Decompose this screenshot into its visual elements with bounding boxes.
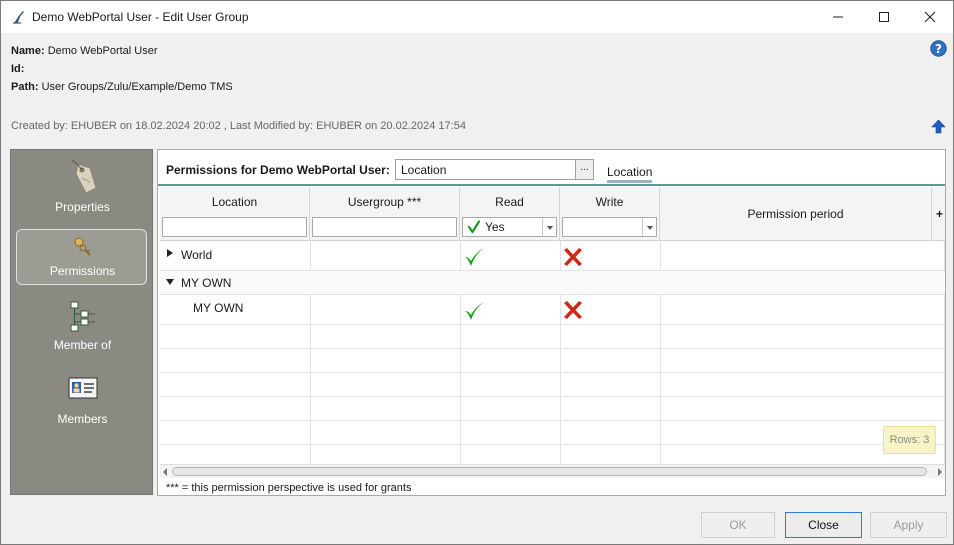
maximize-button[interactable] <box>861 1 907 33</box>
location-cell: MY OWN <box>193 301 244 315</box>
path-label: Path: <box>11 81 39 93</box>
minimize-button[interactable] <box>815 1 861 33</box>
column-usergroup[interactable]: Usergroup *** <box>310 187 460 241</box>
permissions-header: Permissions for Demo WebPortal User: Loc… <box>158 150 945 186</box>
scrollbar-thumb[interactable] <box>172 467 927 476</box>
read-filter-value: Yes <box>485 220 505 234</box>
close-window-button[interactable] <box>907 1 953 33</box>
name-line: Name: Demo WebPortal User <box>11 42 233 60</box>
checkmark-icon <box>467 220 481 234</box>
perspective-browse-button[interactable]: ... <box>575 160 593 179</box>
id-line: Id: <box>11 60 233 78</box>
name-label: Name: <box>11 45 45 57</box>
edit-user-group-window: Demo WebPortal User - Edit User Group Na… <box>0 0 954 545</box>
horizontal-scrollbar[interactable] <box>160 464 945 478</box>
granted-check-icon <box>465 248 484 266</box>
scroll-right-icon[interactable] <box>938 468 942 476</box>
sidebar-item-label: Properties <box>55 200 110 214</box>
empty-row <box>160 349 945 373</box>
column-header-label: Write <box>595 195 624 209</box>
expand-arrow-icon[interactable] <box>167 249 173 257</box>
arrow-up-icon[interactable] <box>931 119 946 134</box>
empty-row <box>160 421 945 445</box>
empty-row <box>160 397 945 421</box>
ok-button[interactable]: OK <box>701 512 775 538</box>
chevron-down-icon[interactable] <box>642 218 656 236</box>
permissions-grid: World MY OWN MY OWN <box>160 241 945 465</box>
table-row[interactable]: World <box>160 241 945 271</box>
grid-header: Location Usergroup *** Read Yes Write Pe… <box>160 187 945 241</box>
column-read[interactable]: Read Yes <box>460 187 560 241</box>
minimize-icon <box>833 16 843 18</box>
svg-text:?: ? <box>935 42 942 56</box>
title-bar[interactable]: Demo WebPortal User - Edit User Group <box>1 1 953 33</box>
scroll-left-icon[interactable] <box>163 468 167 476</box>
location-cell: MY OWN <box>181 276 232 290</box>
column-location[interactable]: Location <box>160 187 310 241</box>
write-filter-select[interactable] <box>562 217 657 237</box>
window-title: Demo WebPortal User - Edit User Group <box>32 10 249 24</box>
rows-count-badge: Rows: 3 <box>883 426 936 454</box>
apply-button[interactable]: Apply <box>870 512 947 538</box>
empty-row <box>160 373 945 397</box>
table-row[interactable]: MY OWN <box>160 271 945 295</box>
sidebar-item-member-of[interactable]: Member of <box>11 300 154 356</box>
column-header-label: Location <box>211 195 258 209</box>
location-filter-input[interactable] <box>162 217 307 237</box>
denied-cross-icon <box>564 301 582 319</box>
location-cell: World <box>181 248 213 262</box>
table-row[interactable]: MY OWN <box>160 295 945 325</box>
tag-icon <box>71 159 97 194</box>
read-filter-select[interactable]: Yes <box>462 217 557 237</box>
denied-cross-icon <box>564 248 582 266</box>
tab-location[interactable]: Location <box>607 165 653 183</box>
sidebar-item-label: Permissions <box>49 264 116 278</box>
name-value: Demo WebPortal User <box>47 45 158 57</box>
permissions-panel: Permissions for Demo WebPortal User: Loc… <box>157 149 946 496</box>
path-value: User Groups/Zulu/Example/Demo TMS <box>41 81 233 93</box>
sidebar-item-permissions[interactable]: Permissions <box>11 229 154 285</box>
sidebar-item-members[interactable]: Members <box>11 376 154 430</box>
close-icon <box>924 11 936 23</box>
usergroup-filter-input[interactable] <box>312 217 457 237</box>
id-card-icon <box>68 377 98 399</box>
column-header-label: Permission period <box>747 207 844 221</box>
sidebar: Properties Permissions Member of Members <box>10 149 153 495</box>
chevron-down-icon[interactable] <box>542 218 556 236</box>
id-label: Id: <box>11 63 25 75</box>
close-button[interactable]: Close <box>785 512 862 538</box>
app-logo-icon <box>13 11 24 24</box>
perspective-combo[interactable]: Location ... <box>395 159 594 180</box>
keys-icon <box>74 237 91 256</box>
path-line: Path: User Groups/Zulu/Example/Demo TMS <box>11 78 233 96</box>
help-icon[interactable]: ? <box>930 40 947 57</box>
sidebar-item-label: Members <box>57 412 108 426</box>
group-info: Name: Demo WebPortal User Id: Path: User… <box>11 42 233 96</box>
column-header-label: Usergroup *** <box>347 195 422 209</box>
sidebar-item-label: Member of <box>53 338 112 352</box>
maximize-icon <box>879 12 889 22</box>
grants-footnote: *** = this permission perspective is use… <box>166 482 412 494</box>
sidebar-item-properties[interactable]: Properties <box>11 156 154 216</box>
empty-row <box>160 325 945 349</box>
column-permission-period[interactable]: Permission period <box>660 187 932 241</box>
column-write[interactable]: Write <box>560 187 660 241</box>
column-header-label: Read <box>495 195 524 209</box>
perspective-value: Location <box>401 163 447 177</box>
audit-text: Created by: EHUBER on 18.02.2024 20:02 ,… <box>11 120 466 132</box>
add-column-button[interactable]: + <box>936 207 943 221</box>
collapse-arrow-icon[interactable] <box>166 279 174 285</box>
granted-check-icon <box>465 302 484 320</box>
hierarchy-icon <box>70 301 95 332</box>
permissions-title: Permissions for Demo WebPortal User: <box>166 163 390 177</box>
